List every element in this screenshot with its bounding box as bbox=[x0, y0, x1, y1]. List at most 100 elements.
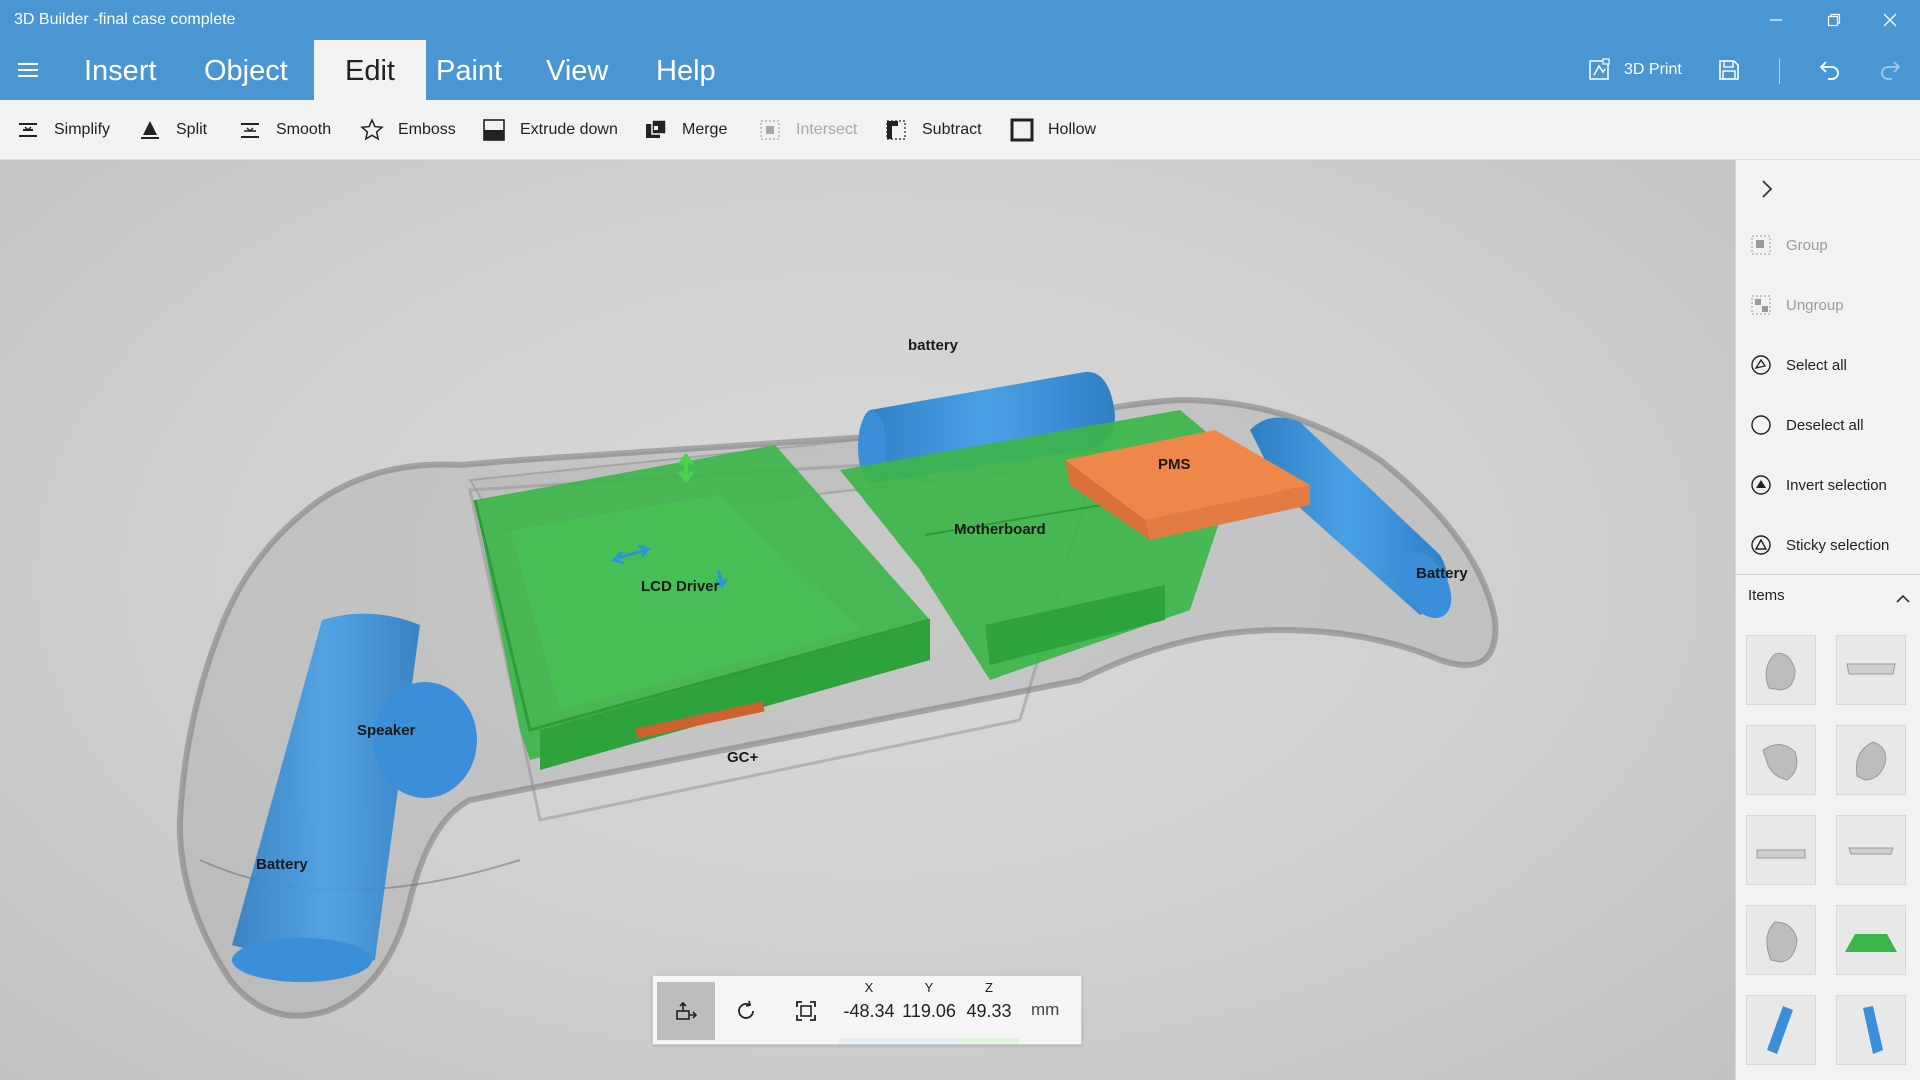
extrude-icon bbox=[483, 119, 505, 141]
smooth-icon bbox=[241, 123, 259, 138]
redo-button[interactable] bbox=[1878, 40, 1902, 100]
item-thumbnail[interactable] bbox=[1836, 635, 1906, 705]
item-thumbnail[interactable] bbox=[1836, 905, 1906, 975]
simplify-icon bbox=[19, 123, 37, 137]
sticky-selection-label: Sticky selection bbox=[1786, 536, 1890, 554]
save-button[interactable] bbox=[1717, 40, 1741, 100]
label-battery-top: battery bbox=[908, 337, 959, 354]
item-thumbnail[interactable] bbox=[1746, 905, 1816, 975]
rotate-tool-button[interactable] bbox=[717, 982, 775, 1040]
emboss-button[interactable]: Emboss bbox=[360, 116, 456, 144]
item-thumbnail[interactable] bbox=[1746, 815, 1816, 885]
sticky-selection-button[interactable]: Sticky selection bbox=[1750, 530, 1889, 560]
z-axis-label: Z bbox=[985, 980, 993, 995]
intersect-icon bbox=[760, 120, 780, 140]
label-battery-right: Battery bbox=[1416, 565, 1468, 582]
tab-view[interactable]: View bbox=[528, 40, 626, 100]
3d-viewport[interactable]: battery PMS Motherboard LCD Driver Batte… bbox=[0, 160, 1735, 1080]
scale-tool-button[interactable] bbox=[777, 982, 835, 1040]
split-label: Split bbox=[176, 121, 208, 138]
invert-selection-button[interactable]: Invert selection bbox=[1750, 470, 1887, 500]
ungroup-icon bbox=[1751, 295, 1771, 315]
x-value[interactable]: -48.34 bbox=[839, 1001, 899, 1022]
smooth-label: Smooth bbox=[276, 121, 332, 138]
merge-button[interactable]: Merge bbox=[644, 116, 727, 144]
item-thumbnail[interactable] bbox=[1836, 815, 1906, 885]
unit-label: mm bbox=[1031, 1000, 1060, 1019]
group-button[interactable]: Group bbox=[1750, 230, 1828, 260]
group-icon bbox=[1751, 235, 1771, 255]
label-gc-plus: GC+ bbox=[727, 749, 759, 766]
deselect-all-button[interactable]: Deselect all bbox=[1750, 410, 1864, 440]
item-thumbnail[interactable] bbox=[1746, 995, 1816, 1065]
tab-edit[interactable]: Edit bbox=[314, 40, 426, 100]
z-value[interactable]: 49.33 bbox=[959, 1001, 1019, 1022]
y-axis-label: Y bbox=[924, 980, 934, 995]
tab-paint[interactable]: Paint bbox=[418, 40, 520, 100]
x-coordinate[interactable]: X -48.34 bbox=[839, 980, 899, 1044]
select-all-label: Select all bbox=[1786, 356, 1847, 374]
tab-object[interactable]: Object bbox=[186, 40, 306, 100]
title-bar: 3D Builder -final case complete bbox=[0, 0, 1920, 40]
smooth-button[interactable]: Smooth bbox=[238, 116, 331, 144]
intersect-button[interactable]: Intersect bbox=[758, 116, 857, 144]
scale-icon bbox=[796, 1001, 816, 1021]
collapse-panel-chevron-right-icon[interactable] bbox=[1752, 174, 1782, 204]
item-thumbnail[interactable] bbox=[1746, 635, 1816, 705]
simplify-button[interactable]: Simplify bbox=[16, 116, 110, 144]
rotate-icon bbox=[738, 1000, 754, 1019]
item-thumbnail[interactable] bbox=[1836, 995, 1906, 1065]
minimize-icon[interactable] bbox=[1752, 0, 1800, 40]
window-title: 3D Builder -final case complete bbox=[14, 11, 236, 28]
move-tool-button[interactable] bbox=[657, 982, 715, 1040]
group-label: Group bbox=[1786, 236, 1828, 254]
split-button[interactable]: Split bbox=[138, 116, 207, 144]
invert-selection-icon bbox=[1751, 475, 1771, 495]
item-thumbnail[interactable] bbox=[1836, 725, 1906, 795]
z-axis-bar bbox=[959, 1038, 1019, 1044]
select-all-button[interactable]: Select all bbox=[1750, 350, 1847, 380]
y-axis-bar bbox=[899, 1038, 959, 1044]
hollow-icon bbox=[1010, 118, 1034, 142]
z-coordinate[interactable]: Z 49.33 bbox=[959, 980, 1019, 1044]
select-all-icon bbox=[1751, 355, 1771, 375]
scene-canvas[interactable] bbox=[0, 160, 1735, 1080]
ungroup-label: Ungroup bbox=[1786, 296, 1844, 314]
merge-icon bbox=[646, 119, 667, 138]
speaker-model[interactable] bbox=[373, 682, 477, 798]
tab-insert[interactable]: Insert bbox=[66, 40, 175, 100]
x-axis-bar bbox=[839, 1038, 899, 1044]
hollow-button[interactable]: Hollow bbox=[1010, 116, 1096, 144]
items-header: Items bbox=[1748, 587, 1785, 604]
move-icon bbox=[676, 1001, 698, 1020]
deselect-all-label: Deselect all bbox=[1786, 416, 1864, 434]
transform-toolbar: X -48.34 Y 119.06 Z 49.33 mm bbox=[652, 975, 1082, 1045]
edit-ribbon: Simplify Split Smooth Emboss Extrude dow… bbox=[0, 100, 1920, 160]
star-icon bbox=[360, 118, 384, 141]
chevron-up-icon[interactable] bbox=[1894, 590, 1912, 608]
redo-icon bbox=[1881, 61, 1901, 80]
merge-label: Merge bbox=[682, 121, 728, 138]
tab-help[interactable]: Help bbox=[638, 40, 734, 100]
undo-button[interactable] bbox=[1818, 40, 1842, 100]
split-icon bbox=[141, 121, 159, 139]
extrude-down-button[interactable]: Extrude down bbox=[482, 116, 618, 144]
label-motherboard: Motherboard bbox=[954, 521, 1046, 538]
subtract-button[interactable]: Subtract bbox=[884, 116, 982, 144]
sticky-selection-icon bbox=[1751, 535, 1771, 555]
y-value[interactable]: 119.06 bbox=[899, 1001, 959, 1022]
intersect-label: Intersect bbox=[796, 121, 858, 138]
close-icon[interactable] bbox=[1866, 0, 1914, 40]
x-axis-label: X bbox=[864, 980, 874, 995]
deselect-all-icon bbox=[1751, 415, 1771, 435]
label-battery-left: Battery bbox=[256, 856, 308, 873]
subtract-icon bbox=[886, 120, 906, 140]
simplify-label: Simplify bbox=[54, 121, 111, 138]
ungroup-button[interactable]: Ungroup bbox=[1750, 290, 1844, 320]
restore-icon[interactable] bbox=[1810, 0, 1858, 40]
3d-print-button[interactable]: 3D Print bbox=[1588, 40, 1682, 100]
item-thumbnail[interactable] bbox=[1746, 725, 1816, 795]
y-coordinate[interactable]: Y 119.06 bbox=[899, 980, 959, 1044]
save-icon bbox=[1719, 60, 1739, 80]
hamburger-menu-icon[interactable] bbox=[12, 54, 44, 86]
